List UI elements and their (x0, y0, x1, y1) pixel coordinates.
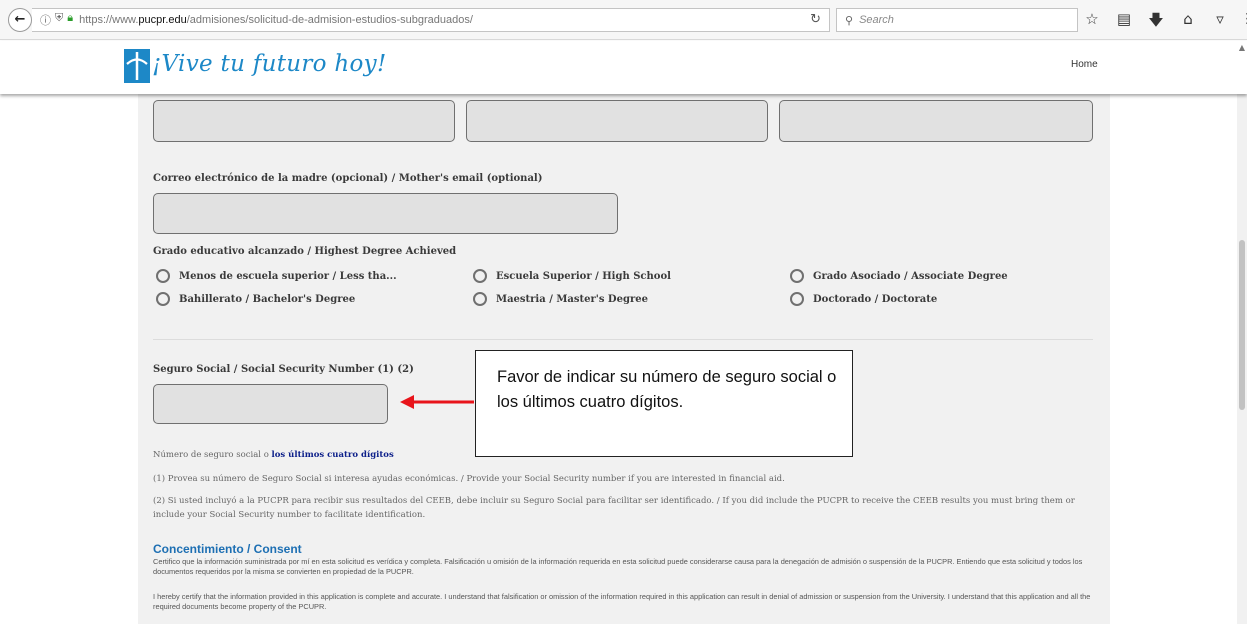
scroll-up-icon[interactable]: ▲ (1239, 43, 1245, 52)
lock-icon[interactable]: 🔒︎ (67, 12, 73, 28)
back-button[interactable]: ← (8, 8, 32, 32)
radio-circle[interactable] (790, 269, 804, 283)
back-arrow-icon: ← (14, 12, 26, 27)
mother-email-label: Correo electrónico de la madre (opcional… (153, 173, 543, 184)
section-divider (153, 339, 1093, 340)
ssn-label: Seguro Social / Social Security Number (… (153, 364, 414, 375)
ssn-hint-link[interactable]: los últimos cuatro dígitos (272, 450, 394, 460)
red-arrow-icon (400, 395, 474, 409)
browser-toolbar: ← ⓘ ⛨ 🔒︎ https://www.pucpr.edu/admisione… (0, 0, 1247, 40)
cross-logo-icon[interactable] (124, 49, 150, 83)
browser-toolbar-icons: ☆ ▤ 🡇 ⌂ ▿ ☰ (1084, 10, 1247, 35)
radio-circle[interactable] (473, 292, 487, 306)
parent-field-3[interactable] (779, 100, 1093, 142)
download-icon[interactable]: 🡇 (1148, 10, 1164, 35)
scrollbar-thumb[interactable] (1239, 240, 1245, 410)
radio-label: Escuela Superior / High School (496, 270, 671, 282)
ssn-note-2: (2) Si usted incluyó a la PUCPR para rec… (153, 496, 1075, 520)
site-header: ¡Vive tu futuro hoy! Home ▲ (0, 41, 1247, 94)
radio-label: Grado Asociado / Associate Degree (813, 270, 1008, 282)
radio-circle[interactable] (790, 292, 804, 306)
radio-bachelors-degree[interactable]: Bahillerato / Bachelor's Degree (156, 292, 355, 306)
url-domain: pucpr.edu (138, 14, 187, 26)
search-icon: ⚲ (845, 14, 854, 27)
radio-label: Bahillerato / Bachelor's Degree (179, 293, 356, 305)
radio-doctorate[interactable]: Doctorado / Doctorate (790, 292, 937, 306)
tracking-shield-icon[interactable]: ⛨ (55, 12, 63, 28)
consent-title: Concentimiento / Consent (153, 542, 302, 556)
search-placeholder: Search (859, 14, 894, 26)
consent-text-en: I hereby certify that the information pr… (153, 592, 1091, 611)
radio-circle[interactable] (156, 269, 170, 283)
ssn-note-1: (1) Provea su número de Seguro Social si… (153, 474, 785, 484)
radio-circle[interactable] (156, 292, 170, 306)
radio-masters-degree[interactable]: Maestria / Master's Degree (473, 292, 648, 306)
ssn-field[interactable] (153, 384, 388, 424)
radio-less-than-high-school[interactable]: Menos de escuela superior / Less tha... (156, 269, 397, 283)
home-icon[interactable]: ⌂ (1180, 10, 1196, 35)
bookmark-star-icon[interactable]: ☆ (1084, 10, 1100, 35)
reload-icon[interactable]: ↻ (810, 12, 821, 27)
radio-high-school[interactable]: Escuela Superior / High School (473, 269, 671, 283)
radio-circle[interactable] (473, 269, 487, 283)
parent-field-1[interactable] (153, 100, 455, 142)
info-icon[interactable]: ⓘ (40, 12, 51, 28)
radio-label: Maestria / Master's Degree (496, 293, 648, 305)
address-bar[interactable]: ⓘ ⛨ 🔒︎ https://www.pucpr.edu/admisiones/… (32, 8, 830, 32)
radio-label: Doctorado / Doctorate (813, 293, 938, 305)
parent-field-2[interactable] (466, 100, 768, 142)
degree-label: Grado educativo alcanzado / Highest Degr… (153, 246, 457, 257)
nav-home-link[interactable]: Home (1071, 59, 1098, 70)
library-icon[interactable]: ▤ (1116, 10, 1132, 35)
annotation-callout: Favor de indicar su número de seguro soc… (475, 350, 853, 457)
url-text: https://www.pucpr.edu/admisiones/solicit… (79, 14, 473, 26)
search-input[interactable]: ⚲ Search (836, 8, 1078, 32)
logo-slogan[interactable]: ¡Vive tu futuro hoy! (152, 51, 387, 77)
pocket-icon[interactable]: ▿ (1212, 10, 1228, 35)
radio-associate-degree[interactable]: Grado Asociado / Associate Degree (790, 269, 1008, 283)
radio-label: Menos de escuela superior / Less tha... (179, 270, 397, 282)
mother-email-field[interactable] (153, 193, 618, 234)
ssn-hint: Número de seguro social o los últimos cu… (153, 450, 394, 460)
consent-text-es: Certifico que la información suministrad… (153, 557, 1083, 576)
